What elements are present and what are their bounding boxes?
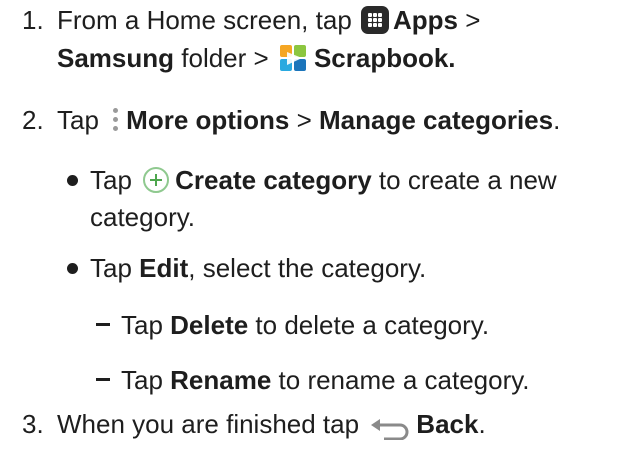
apps-label: Apps [393,5,458,35]
bullet-2-post: , select the category. [188,253,427,283]
bullet-2-line: Tap Edit, select the category. [90,250,426,286]
dash-marker [96,323,110,326]
edit-label: Edit [139,253,189,283]
bullet-dot [67,263,78,274]
step-1-number: 1. [22,5,44,35]
step-2-line: Tap More options > Manage categories. [57,102,560,138]
step-2-number: 2. [22,105,44,135]
bullet-dot [67,175,78,186]
create-category-label: Create category [175,165,372,195]
dash-2-text: Tap [121,365,171,395]
dash-1-text: Tap [121,310,171,340]
more-options-label: More options [126,105,290,135]
step-1-line-1: From a Home screen, tap Apps > [57,2,480,38]
bullet-1-line-1: Tap Create category to create a new [90,162,557,198]
scrapbook-app-icon [278,43,308,73]
step-1-gt: > [458,5,481,35]
step-3-end: . [478,409,486,439]
step-2-end: . [553,105,561,135]
add-circle-icon [143,167,170,194]
instructions-document: 1. From a Home screen, tap Apps > Samsun… [0,0,622,444]
step-3-number: 3. [22,409,44,439]
step-1-line-2: Samsung folder > Scrapbook. [57,40,456,77]
dash-1-line: Tap Delete to delete a category. [121,307,489,343]
dash-2-post: to rename a category. [271,365,530,395]
step-2-text: Tap [57,105,107,135]
samsung-label: Samsung [57,43,175,73]
bullet-1-post: to create a new [371,165,557,195]
bullet-2-text: Tap [90,253,140,283]
back-label: Back [416,409,479,439]
dash-2-line: Tap Rename to rename a category. [121,362,530,398]
rename-label: Rename [170,365,272,395]
delete-label: Delete [170,310,249,340]
back-arrow-icon [370,413,410,441]
step-3-line: When you are finished tap Back. [57,406,486,442]
bullet-1-line-2: category. [90,202,196,232]
step-3-text: When you are finished tap [57,409,367,439]
apps-grid-icon [361,6,389,35]
bullet-1-text: Tap [90,165,140,195]
step-1-folder-text: folder > [174,43,276,73]
scrapbook-label: Scrapbook. [313,43,456,73]
manage-categories-label: Manage categories [319,105,554,135]
step-1-text: From a Home screen, tap [57,5,359,35]
step-2-gt: > [289,105,320,135]
more-options-icon [110,106,120,134]
dash-marker [96,378,110,381]
dash-1-post: to delete a category. [248,310,490,340]
